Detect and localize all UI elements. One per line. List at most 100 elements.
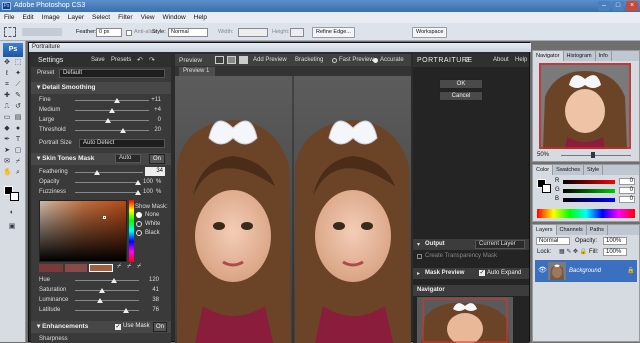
eyedropper-icon[interactable]: ⌿ <box>14 158 22 166</box>
threshold-value[interactable]: 20 <box>141 126 161 134</box>
auto-expand-checkbox[interactable]: ✓ <box>479 270 485 276</box>
navigator-preview-image[interactable] <box>539 63 631 149</box>
tab-paths[interactable]: Paths <box>587 225 608 235</box>
mask-color-swatch-2[interactable] <box>65 264 87 272</box>
maximize-button[interactable]: □ <box>612 1 624 11</box>
ok-button[interactable]: OK <box>439 79 483 89</box>
bracketing-button[interactable]: Bracketing <box>295 57 323 63</box>
saturation-slider[interactable] <box>75 290 139 291</box>
single-view-icon[interactable] <box>215 56 224 64</box>
output-select[interactable]: Current Layer <box>475 240 525 249</box>
mask-color-swatch-3[interactable] <box>89 264 113 272</box>
fill-input[interactable]: 100% <box>603 248 627 256</box>
cancel-button[interactable]: Cancel <box>439 91 483 101</box>
mask-white-radio[interactable] <box>136 221 142 227</box>
tab-channels[interactable]: Channels <box>557 225 587 235</box>
screen-mode-icon[interactable]: ▣ <box>8 223 16 231</box>
undo-icon[interactable]: ↶ <box>137 56 143 64</box>
b-slider[interactable] <box>563 198 615 202</box>
color-picker-field[interactable] <box>39 200 127 262</box>
large-slider-knob[interactable] <box>105 118 111 123</box>
tab-layers[interactable]: Layers <box>533 225 557 235</box>
menu-file[interactable]: File <box>0 12 18 23</box>
mask-none-radio[interactable] <box>136 212 142 218</box>
gradient-tool-icon[interactable]: ▤ <box>14 114 22 122</box>
path-select-icon[interactable]: ➤ <box>3 147 11 155</box>
dodge-tool-icon[interactable]: ● <box>14 125 22 133</box>
luminance-slider[interactable] <box>75 300 139 301</box>
eyedropper-plus-icon[interactable]: ⌿ <box>127 263 131 271</box>
tab-histogram[interactable]: Histogram <box>564 51 596 61</box>
saturation-slider-knob[interactable] <box>99 288 105 293</box>
type-tool-icon[interactable]: T <box>14 136 22 144</box>
latitude-slider-knob[interactable] <box>123 308 129 313</box>
navigator-thumbnail[interactable] <box>417 297 513 343</box>
pen-tool-icon[interactable]: ✒ <box>3 136 11 144</box>
style-select[interactable]: Normal <box>168 28 208 37</box>
g-value[interactable]: 0 <box>619 187 635 194</box>
mask-color-swatch-1[interactable] <box>39 264 63 272</box>
menu-image[interactable]: Image <box>38 12 64 23</box>
add-preview-button[interactable]: Add Preview <box>253 57 287 63</box>
use-mask-checkbox[interactable]: ✓ <box>115 324 121 330</box>
medium-slider-knob[interactable] <box>109 108 115 113</box>
menu-window[interactable]: Window <box>159 12 190 23</box>
zoom-slider[interactable] <box>561 155 631 156</box>
tab-preview-1[interactable]: Preview 1 <box>179 67 215 76</box>
fuzziness-slider[interactable] <box>75 192 139 193</box>
zoom-value[interactable]: 50% <box>537 152 549 158</box>
fine-slider[interactable] <box>75 100 149 101</box>
marquee-tool-icon[interactable] <box>4 27 16 37</box>
large-value[interactable]: 0 <box>141 116 161 124</box>
feathering-slider-knob[interactable] <box>94 170 100 175</box>
history-brush-icon[interactable]: ↺ <box>14 103 22 111</box>
zoom-slider-knob[interactable] <box>591 152 595 158</box>
healing-brush-icon[interactable]: ✚ <box>3 92 11 100</box>
move-tool-icon[interactable]: ✥ <box>3 59 11 67</box>
r-value[interactable]: 0 <box>619 178 635 185</box>
menu-edit[interactable]: Edit <box>18 12 37 23</box>
color-spectrum-bar[interactable] <box>537 209 635 218</box>
help-button[interactable]: Help <box>515 57 527 63</box>
notes-tool-icon[interactable]: ✉ <box>3 158 11 166</box>
save-button[interactable]: Save <box>91 57 105 63</box>
hue-strip[interactable] <box>129 200 134 262</box>
marquee-tool-icon[interactable]: ⬚ <box>14 59 22 67</box>
g-slider[interactable] <box>563 189 615 193</box>
threshold-slider-knob[interactable] <box>120 128 126 133</box>
medium-value[interactable]: +4 <box>141 106 161 114</box>
saturation-value[interactable]: 41 <box>139 286 159 294</box>
tab-navigator[interactable]: Navigator <box>533 51 564 61</box>
create-mask-checkbox[interactable] <box>417 254 422 259</box>
mask-black-radio[interactable] <box>136 230 142 236</box>
fuzziness-value[interactable]: 100 <box>137 188 153 196</box>
opacity-input[interactable]: 100% <box>603 237 627 245</box>
tab-info[interactable]: Info <box>596 51 612 61</box>
selection-mode-icons[interactable] <box>22 28 62 36</box>
enhancements-on-toggle[interactable]: On <box>153 322 167 332</box>
latitude-slider[interactable] <box>75 310 139 311</box>
feathering-slider[interactable] <box>75 172 143 173</box>
workspace-button[interactable]: Workspace <box>412 27 448 38</box>
feather-input[interactable]: 0 px <box>96 28 122 37</box>
menu-layer[interactable]: Layer <box>64 12 88 23</box>
eraser-tool-icon[interactable]: ▭ <box>3 114 11 122</box>
brush-tool-icon[interactable]: ✎ <box>14 92 22 100</box>
eyedropper-icon[interactable]: ⌿ <box>117 263 121 271</box>
height-input[interactable] <box>290 28 304 37</box>
menu-view[interactable]: View <box>137 12 159 23</box>
color-bg-swatch[interactable] <box>542 184 551 193</box>
refine-edge-button[interactable]: Refine Edge... <box>312 27 355 38</box>
skin-mode-select[interactable]: Auto <box>115 154 141 163</box>
luminance-value[interactable]: 38 <box>139 296 159 304</box>
side-view-icon[interactable] <box>239 56 248 64</box>
close-button[interactable]: × <box>626 1 638 11</box>
detail-smoothing-header[interactable]: ▾ Detail Smoothing <box>31 82 171 94</box>
quick-mask-icon[interactable]: ◐ <box>8 209 16 217</box>
lock-icons[interactable]: ▦ ✎ ✥ 🔒 <box>559 248 587 255</box>
blur-tool-icon[interactable]: ◆ <box>3 125 11 133</box>
large-slider[interactable] <box>75 120 149 121</box>
magic-wand-icon[interactable]: ✦ <box>14 70 22 78</box>
menu-select[interactable]: Select <box>88 12 114 23</box>
enhancements-header[interactable]: ▾ Enhancements <box>31 321 171 333</box>
